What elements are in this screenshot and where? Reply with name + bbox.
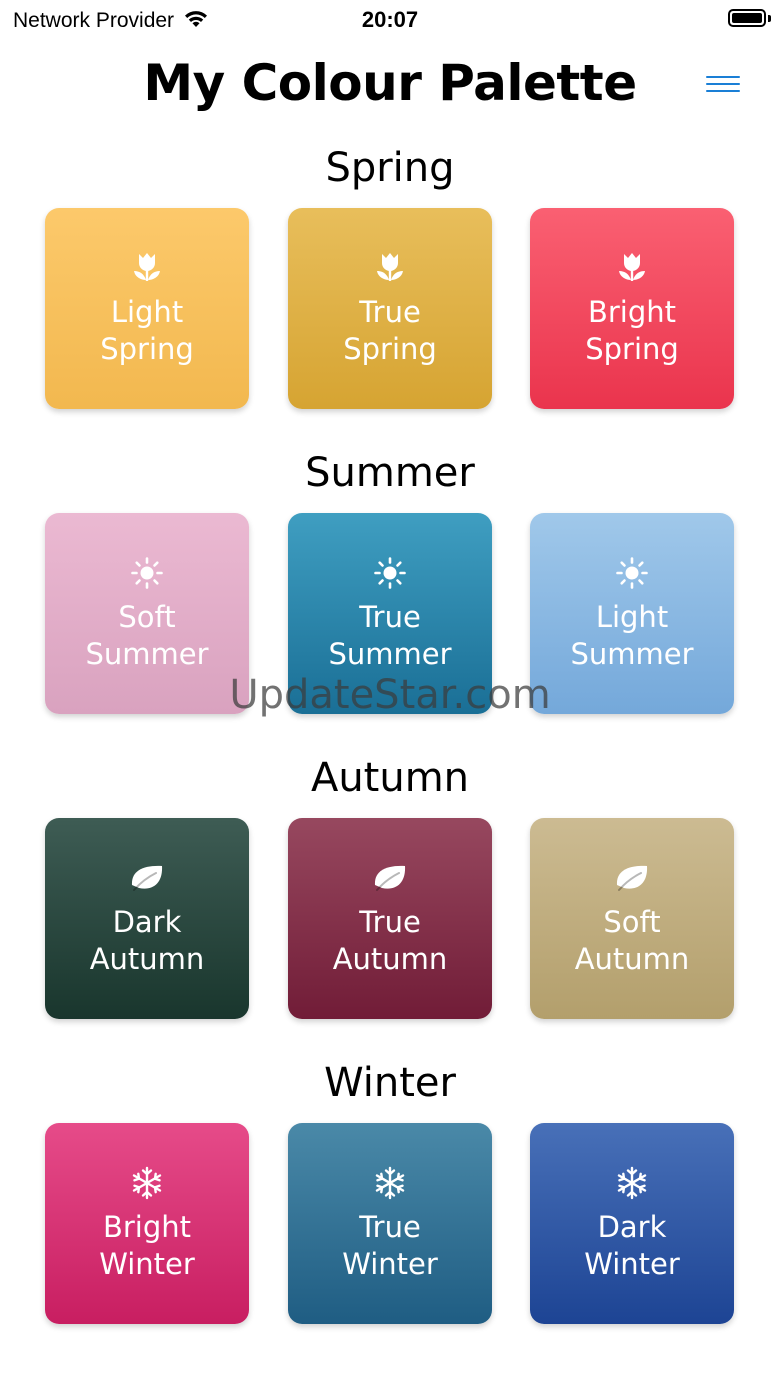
card-label-line2: Winter [99,1247,195,1281]
card-dark-winter[interactable]: Dark Winter [530,1123,734,1324]
card-bright-spring[interactable]: Bright Spring [530,208,734,409]
card-label-line2: Summer [85,637,209,671]
status-bar: Network Provider 20:07 [0,0,780,40]
card-true-spring[interactable]: True Spring [288,208,492,409]
leaf-icon [288,860,492,896]
section-spring: Spring Light Spring True Spring Bright Spri… [0,138,780,410]
card-label-line2: Spring [100,332,194,366]
card-label-line2: Summer [328,637,452,671]
card-label-line1: Soft [603,905,661,939]
nav-header: My Colour Palette [0,48,780,124]
card-label-line2: Summer [570,637,694,671]
card-label-line1: Dark [597,1210,667,1244]
card-light-summer[interactable]: Light Summer [530,513,734,714]
section-summer: Summer Soft Summer True Summer Light Summer [0,443,780,715]
battery-cap [768,15,771,22]
section-title-autumn: Autumn [310,755,470,801]
leaf-icon [45,860,249,896]
card-true-winter[interactable]: True Winter [288,1123,492,1324]
battery-icon [728,9,766,27]
hamburger-menu-icon[interactable] [706,76,740,96]
card-light-spring[interactable]: Light Spring [45,208,249,409]
card-label-line1: Light [110,295,184,329]
app-screen: Network Provider 20:07 My Colour Palette… [0,0,780,1387]
card-label-line2: Autumn [332,942,448,976]
leaf-icon [530,860,734,896]
card-dark-autumn[interactable]: Dark Autumn [45,818,249,1019]
card-label-line2: Winter [584,1247,680,1281]
card-label-line1: Bright [587,295,677,329]
card-label-line1: True [359,1210,421,1244]
card-label-line1: Dark [112,905,182,939]
section-autumn: Autumn Dark Autumn True Autumn Soft Autumn [0,748,780,1020]
card-label-line2: Autumn [574,942,690,976]
card-label-line1: Light [595,600,669,634]
card-label-line1: True [359,295,421,329]
tulip-icon [288,250,492,286]
section-title-spring: Spring [325,145,455,191]
card-label-line1: Bright [102,1210,192,1244]
card-label-line1: True [359,905,421,939]
snowflake-icon [45,1165,249,1201]
section-title-summer: Summer [305,450,475,496]
card-label-line2: Winter [342,1247,438,1281]
card-label-line2: Spring [585,332,679,366]
card-soft-autumn[interactable]: Soft Autumn [530,818,734,1019]
card-label-line1: Soft [118,600,176,634]
tulip-icon [530,250,734,286]
tulip-icon [45,250,249,286]
section-winter: Winter Bright Winter True Winter Dark Winte… [0,1053,780,1325]
section-title-winter: Winter [324,1060,456,1106]
snowflake-icon [288,1165,492,1201]
card-label-line2: Spring [343,332,437,366]
sun-icon [530,555,734,591]
sun-icon [288,555,492,591]
clock: 20:07 [361,7,419,32]
sun-icon [45,555,249,591]
card-soft-summer[interactable]: Soft Summer [45,513,249,714]
card-true-autumn[interactable]: True Autumn [288,818,492,1019]
card-label-line1: True [359,600,421,634]
card-true-summer[interactable]: True Summer [288,513,492,714]
page-title: My Colour Palette [143,54,637,112]
snowflake-icon [530,1165,734,1201]
card-label-line2: Autumn [89,942,205,976]
card-bright-winter[interactable]: Bright Winter [45,1123,249,1324]
